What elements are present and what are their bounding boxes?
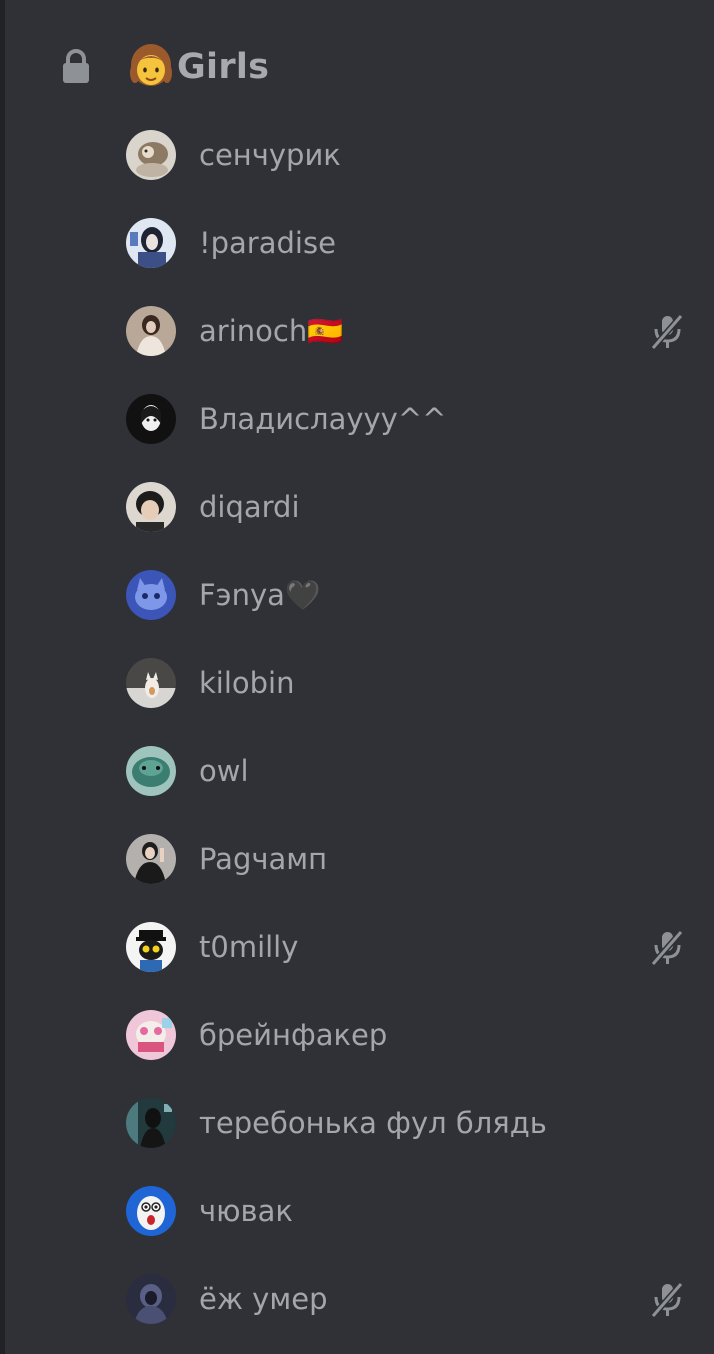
member-name: теребонька фул блядь: [199, 1106, 547, 1140]
avatar: [126, 658, 176, 708]
member-name: t0milly: [199, 930, 299, 964]
avatar: [126, 1186, 176, 1236]
member-item[interactable]: брейнфакер: [0, 990, 714, 1078]
avatar: [126, 482, 176, 532]
member-name: брейнфакер: [199, 1018, 388, 1052]
avatar: [126, 1010, 176, 1060]
member-item[interactable]: diqardi: [0, 462, 714, 550]
member-name: kilobin: [199, 666, 295, 700]
member-item[interactable]: Владислауyy^^: [0, 374, 714, 462]
avatar: [126, 218, 176, 268]
member-name: Pagчамп: [199, 842, 328, 876]
member-item[interactable]: сенчурик: [0, 110, 714, 198]
avatar: [126, 1098, 176, 1148]
member-name: diqardi: [199, 490, 300, 524]
muted-mic-icon: [650, 1281, 684, 1319]
member-item[interactable]: Pagчамп: [0, 814, 714, 902]
channel-name: Girls: [177, 47, 270, 87]
voice-channel-header[interactable]: [0, 28, 714, 108]
member-name: чювак: [199, 1194, 293, 1228]
member-item[interactable]: kilobin: [0, 638, 714, 726]
avatar: [126, 130, 176, 180]
avatar: [126, 746, 176, 796]
avatar: [126, 922, 176, 972]
member-item[interactable]: owl: [0, 726, 714, 814]
avatar: [126, 834, 176, 884]
member-name: owl: [199, 754, 249, 788]
member-name: !paradise: [199, 226, 336, 260]
member-item[interactable]: Fэnya🖤: [0, 550, 714, 638]
member-name: Владислауyy^^: [199, 402, 447, 436]
avatar: [126, 570, 176, 620]
member-item[interactable]: теребонька фул блядь: [0, 1078, 714, 1166]
avatar: [126, 1274, 176, 1324]
member-name: сенчурик: [199, 138, 341, 172]
avatar: [126, 394, 176, 444]
muted-mic-icon: [650, 929, 684, 967]
member-name: arinoch🇪🇸: [199, 314, 344, 348]
voice-channel-panel: Girls сенчурик !paradise arinoch🇪🇸 Влади…: [0, 0, 714, 1354]
member-item[interactable]: arinoch🇪🇸: [0, 286, 714, 374]
member-item[interactable]: чювак: [0, 1166, 714, 1254]
girl-emoji-icon: [128, 43, 174, 89]
muted-mic-icon: [650, 313, 684, 351]
avatar: [126, 306, 176, 356]
member-item[interactable]: ёж умер: [0, 1254, 714, 1342]
lock-icon: [61, 49, 91, 85]
member-item[interactable]: !paradise: [0, 198, 714, 286]
member-name: ёж умер: [199, 1282, 328, 1316]
member-name: Fэnya🖤: [199, 578, 322, 612]
member-item[interactable]: t0milly: [0, 902, 714, 990]
